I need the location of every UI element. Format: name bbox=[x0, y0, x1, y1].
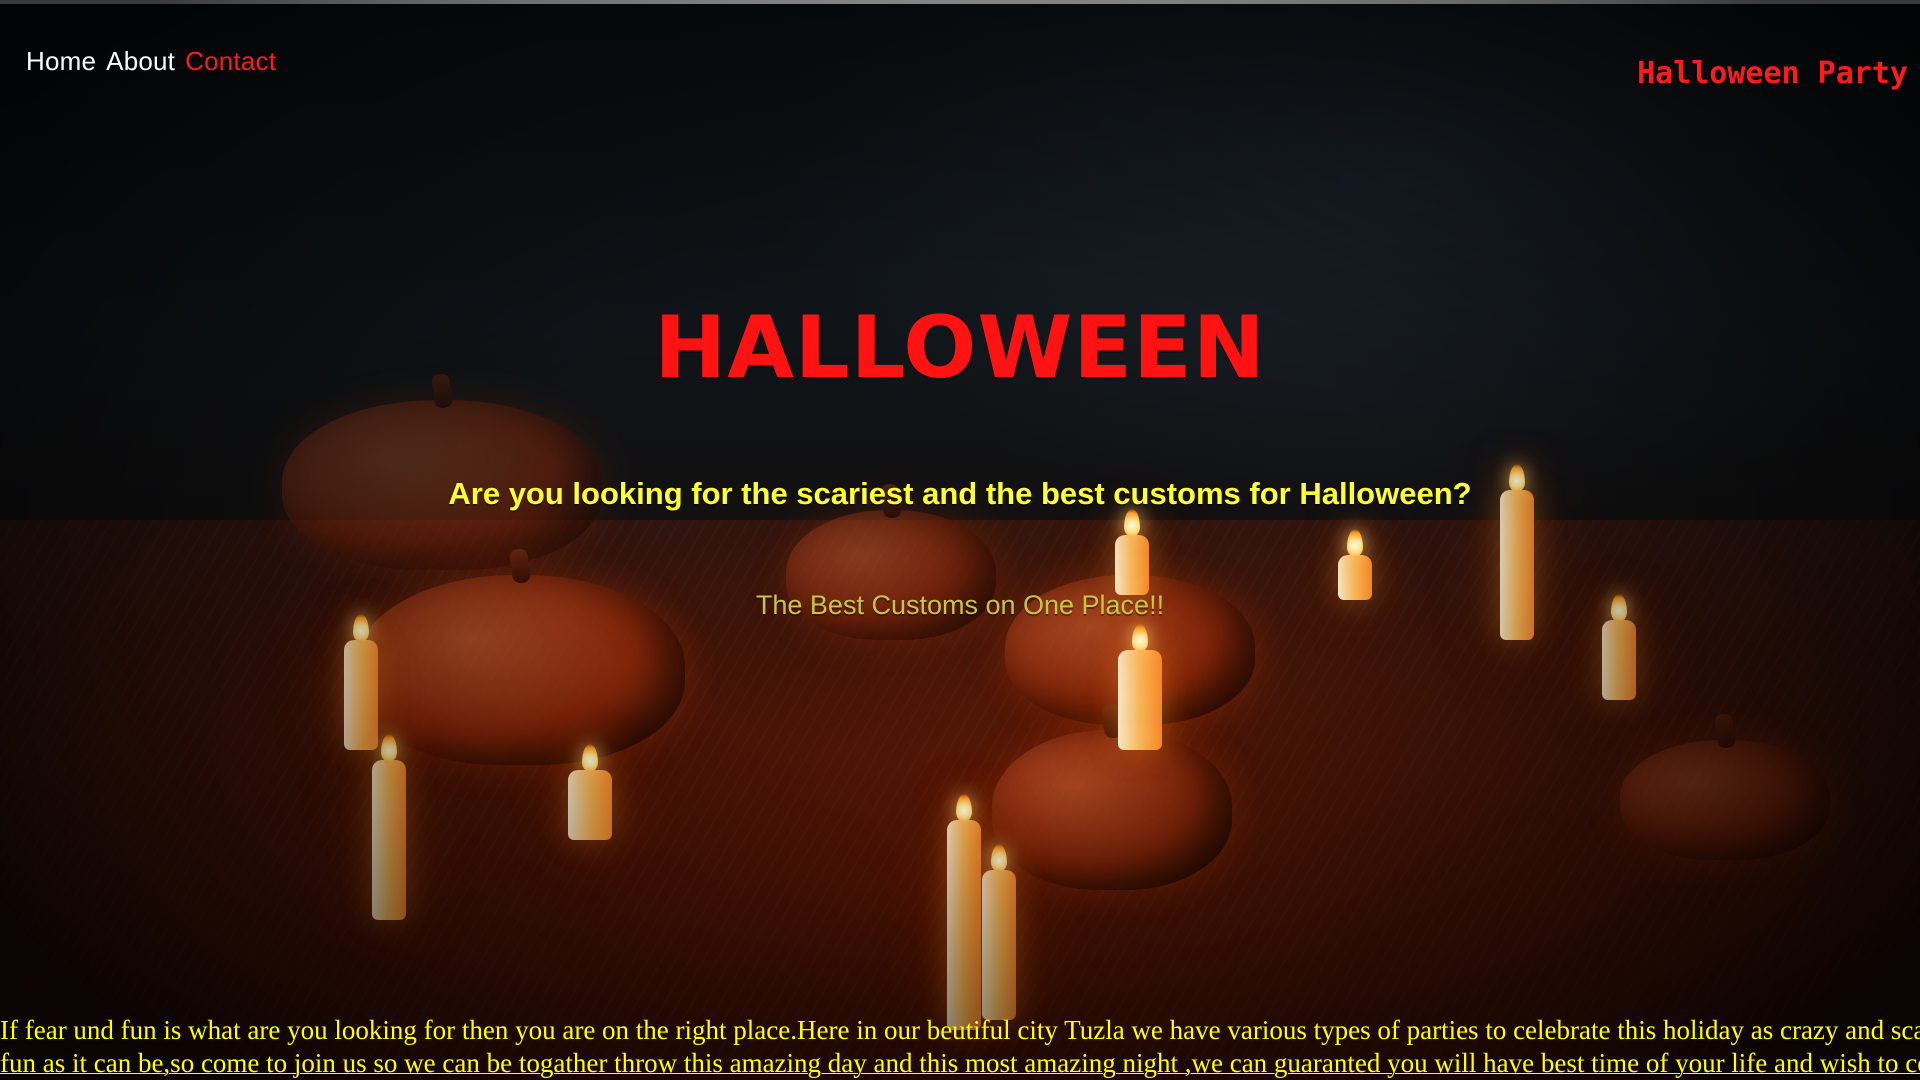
candle-decoration bbox=[568, 744, 612, 840]
candle-decoration bbox=[372, 734, 406, 920]
candle-decoration bbox=[1602, 594, 1636, 700]
candle-decoration bbox=[982, 844, 1016, 1020]
hero-question: Are you looking for the scariest and the… bbox=[448, 476, 1472, 511]
candle-decoration bbox=[1118, 624, 1162, 750]
site-title: Halloween Party bbox=[1637, 56, 1908, 91]
candle-decoration bbox=[947, 794, 981, 1030]
page: Home About Contact Halloween Party HALLO… bbox=[0, 0, 1920, 1080]
intro-paragraph-line-1: If fear und fun is what are you looking … bbox=[0, 1015, 1920, 1045]
top-border bbox=[0, 0, 1920, 4]
candle-decoration bbox=[1115, 509, 1149, 595]
flame-decoration bbox=[1124, 509, 1140, 537]
pumpkin-decoration bbox=[1620, 740, 1830, 860]
intro-paragraph: If fear und fun is what are you looking … bbox=[0, 1014, 1920, 1080]
candle-decoration bbox=[344, 614, 378, 750]
hero-subtitle: The Best Customs on One Place!! bbox=[755, 590, 1165, 620]
nav-contact-link[interactable]: Contact bbox=[185, 46, 276, 77]
top-navigation: Home About Contact bbox=[26, 46, 276, 77]
pumpkin-decoration bbox=[992, 730, 1232, 890]
nav-home-link[interactable]: Home bbox=[26, 46, 96, 77]
hero-title: HALLOWEEN bbox=[654, 298, 1266, 398]
nav-about-link[interactable]: About bbox=[106, 46, 175, 77]
intro-paragraph-line-2: fun as it can be,so come to join us so w… bbox=[0, 1048, 1920, 1078]
